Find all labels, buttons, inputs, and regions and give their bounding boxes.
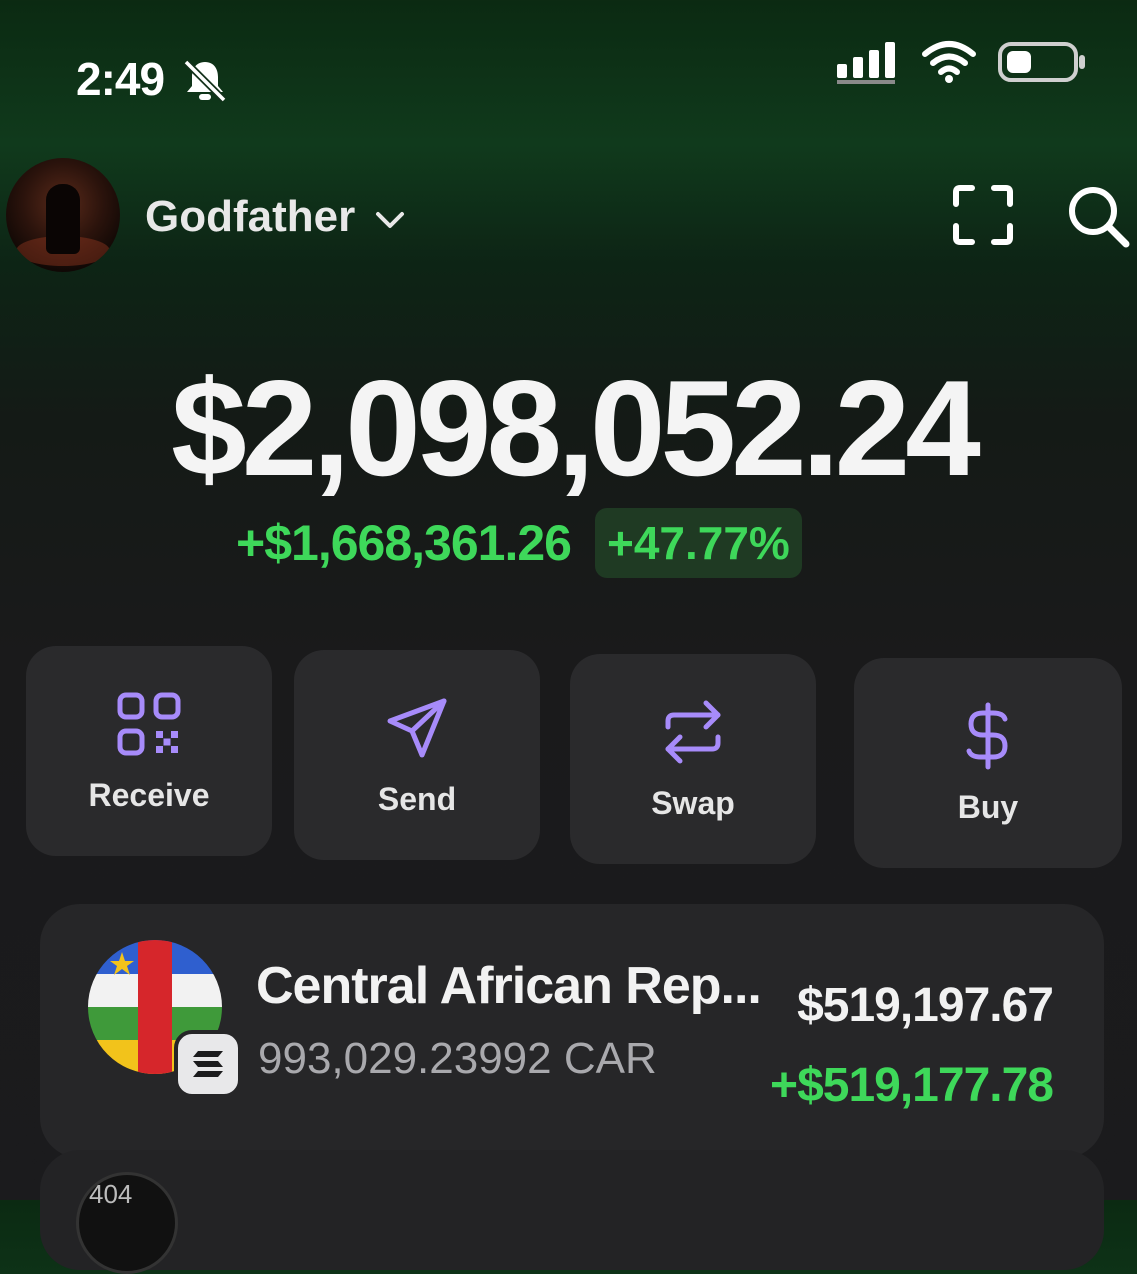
- token-name: Central African Rep...: [256, 957, 762, 1015]
- portfolio-change: +$1,668,361.26 +47.77%: [236, 508, 802, 578]
- signal-icon: [837, 42, 895, 84]
- account-name[interactable]: Godfather: [145, 192, 355, 242]
- scan-icon[interactable]: [950, 182, 1016, 248]
- buy-button[interactable]: Buy: [854, 658, 1122, 868]
- buy-label: Buy: [957, 788, 1019, 825]
- token-amount: 993,029.23992 CAR: [258, 1034, 657, 1083]
- send-label: Send: [377, 780, 457, 817]
- solana-chain-badge-icon: [174, 1030, 242, 1098]
- search-icon[interactable]: [1064, 182, 1132, 250]
- swap-icon: [665, 700, 721, 763]
- avatar[interactable]: [6, 158, 120, 272]
- send-button[interactable]: Send: [294, 650, 540, 860]
- swap-button[interactable]: Swap: [570, 654, 816, 864]
- next-token-avatar: 404: [76, 1172, 178, 1274]
- avatar-figure: [46, 184, 80, 254]
- swap-label: Swap: [651, 784, 735, 821]
- token-value: $519,197.67: [797, 979, 1054, 1032]
- chevron-down-icon[interactable]: [372, 204, 408, 234]
- receive-button[interactable]: Receive: [26, 646, 272, 856]
- portfolio-balance: $2,098,052.24: [171, 352, 981, 504]
- token-change: +$519,177.78: [770, 1059, 1054, 1112]
- dollar-icon: [966, 702, 1008, 769]
- change-amount: +$1,668,361.26: [236, 515, 572, 571]
- bell-off-icon: [183, 59, 227, 102]
- token-row-next[interactable]: [40, 1150, 1104, 1270]
- change-percent-badge: +47.77%: [594, 508, 802, 578]
- qr-code-icon: [117, 692, 181, 755]
- status-time: 2:49: [76, 53, 165, 105]
- battery-icon: [998, 42, 1085, 82]
- send-icon: [387, 698, 447, 757]
- action-buttons: Receive Send Swap Buy: [26, 646, 1126, 876]
- wifi-icon: [922, 41, 976, 83]
- next-token-avatar-text: 404: [89, 1179, 133, 1209]
- receive-label: Receive: [88, 776, 210, 813]
